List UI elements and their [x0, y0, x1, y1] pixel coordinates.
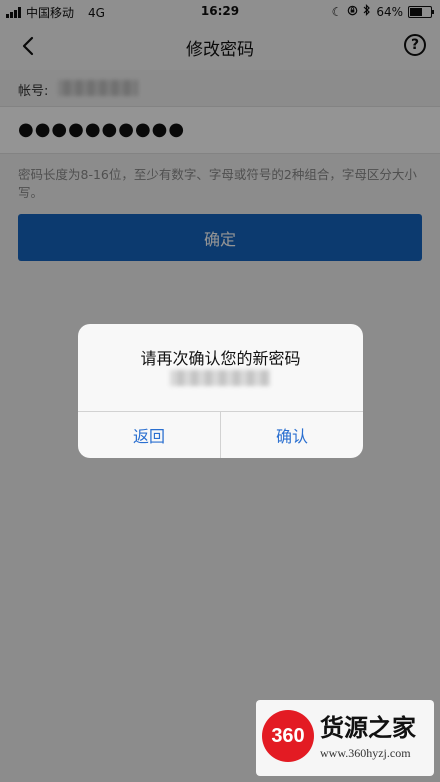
watermark-logo: 360: [262, 710, 314, 762]
dialog-password-masked: [170, 370, 270, 386]
screen: 中国移动 4G 16:29 ☾ 64% 修改密码 ? 帐号: ●●●●●●●●●…: [0, 0, 440, 782]
confirm-password-dialog: 请再次确认您的新密码 返回 确认: [78, 324, 363, 458]
dialog-back-button[interactable]: 返回: [78, 412, 220, 458]
watermark-name: 货源之家: [320, 714, 416, 742]
watermark: 360 货源之家 www.360hyzj.com: [256, 700, 434, 776]
dialog-title: 请再次确认您的新密码: [140, 349, 301, 368]
dialog-confirm-button[interactable]: 确认: [221, 412, 363, 458]
watermark-url: www.360hyzj.com: [320, 746, 411, 760]
